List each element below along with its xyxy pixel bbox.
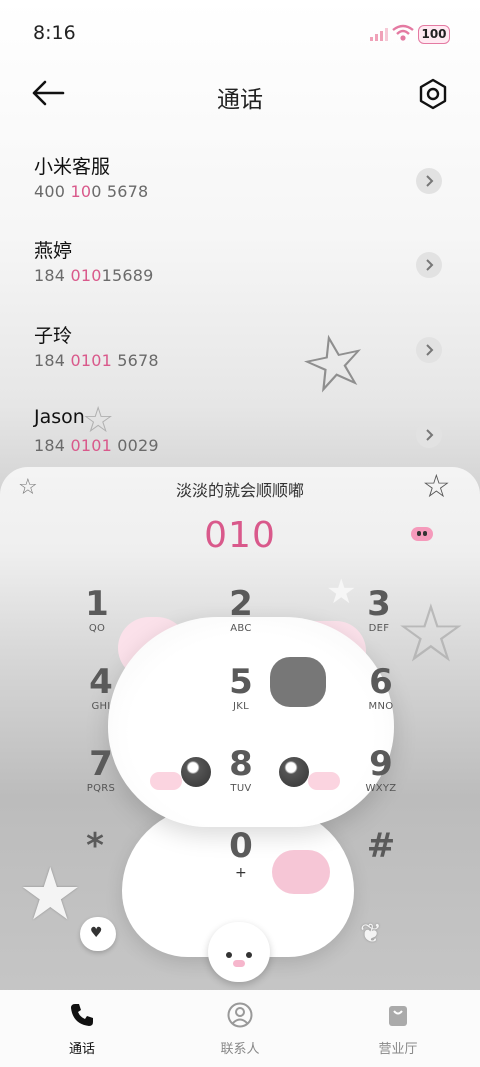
dialpad-key-hash[interactable]: # <box>336 827 426 897</box>
call-number: 400 100 5678 <box>34 182 149 201</box>
contact-icon <box>227 1002 253 1028</box>
wing-decoration: ❦ <box>360 919 382 949</box>
dialpad-key-5[interactable]: 5 JKL <box>196 663 286 733</box>
status-time: 8:16 <box>33 22 76 44</box>
signal-icon <box>370 28 388 41</box>
dialpad-key-9[interactable]: 9 WXYZ <box>336 745 426 815</box>
dialpad-key-8[interactable]: 8 TUV <box>196 745 286 815</box>
tab-label: 营业厅 <box>378 1042 418 1057</box>
dialpad-key-1[interactable]: 1 QO <box>52 585 142 655</box>
battery-indicator: 100 <box>418 25 450 44</box>
settings-icon[interactable] <box>416 77 450 111</box>
phone-icon <box>71 1004 93 1026</box>
call-name: 燕婷 <box>34 240 73 262</box>
shopping-bag-icon <box>389 1006 407 1026</box>
pig-nose-icon[interactable] <box>411 527 433 541</box>
dialpad-panel: ☆ ☆ 淡淡的就会顺顺嘟 010 ★ ★ ☆ ♥ ❦ 1 QO 2 ABC 3 DEF… <box>0 467 480 1067</box>
tab-service-hall[interactable]: 营业厅 <box>338 998 458 1058</box>
dialpad-key-0[interactable]: 0 + <box>196 827 286 897</box>
tab-label: 通话 <box>68 1042 95 1057</box>
call-name: Jason <box>34 406 85 428</box>
dialpad-key-4[interactable]: 4 GHI <box>56 663 146 733</box>
cookie-heart-icon: ♥ <box>80 917 116 951</box>
call-item[interactable]: 子玲 184 0101 5678 <box>0 311 480 395</box>
dialpad-key-3[interactable]: 3 DEF <box>334 585 424 655</box>
wifi-icon <box>392 24 414 41</box>
tab-label: 联系人 <box>220 1042 260 1057</box>
call-number: 184 01015689 <box>34 266 154 285</box>
dialpad-key-star[interactable]: * <box>50 827 140 897</box>
dialer-motto: 淡淡的就会顺顺嘟 <box>175 481 304 500</box>
chevron-right-icon[interactable] <box>416 168 442 194</box>
call-number: 184 0101 5678 <box>34 351 159 370</box>
chevron-right-icon[interactable] <box>416 252 442 278</box>
dialpad-key-7[interactable]: 7 PQRS <box>56 745 146 815</box>
call-name: 小米客服 <box>34 156 111 178</box>
call-name: 子玲 <box>34 325 73 347</box>
chevron-right-icon[interactable] <box>416 337 442 363</box>
chevron-right-icon[interactable] <box>416 422 442 448</box>
dialed-number[interactable]: 010 <box>0 515 480 556</box>
tab-contacts[interactable]: 联系人 <box>180 998 300 1058</box>
bear-blush <box>150 772 182 790</box>
status-bar: 8:16 100 <box>0 0 480 60</box>
call-item[interactable]: 小米客服 400 100 5678 <box>0 142 480 226</box>
tab-calls[interactable]: 通话 <box>22 998 142 1058</box>
call-item[interactable]: 燕婷 184 01015689 <box>0 226 480 310</box>
call-button[interactable] <box>208 922 270 982</box>
call-number: 184 0101 0029 <box>34 436 159 455</box>
bottom-nav: 通话 联系人 营业厅 <box>0 990 480 1067</box>
dialpad-key-6[interactable]: 6 MNO <box>336 663 426 733</box>
dialpad-key-2[interactable]: 2 ABC <box>196 585 286 655</box>
page-title: 通话 <box>217 87 263 113</box>
